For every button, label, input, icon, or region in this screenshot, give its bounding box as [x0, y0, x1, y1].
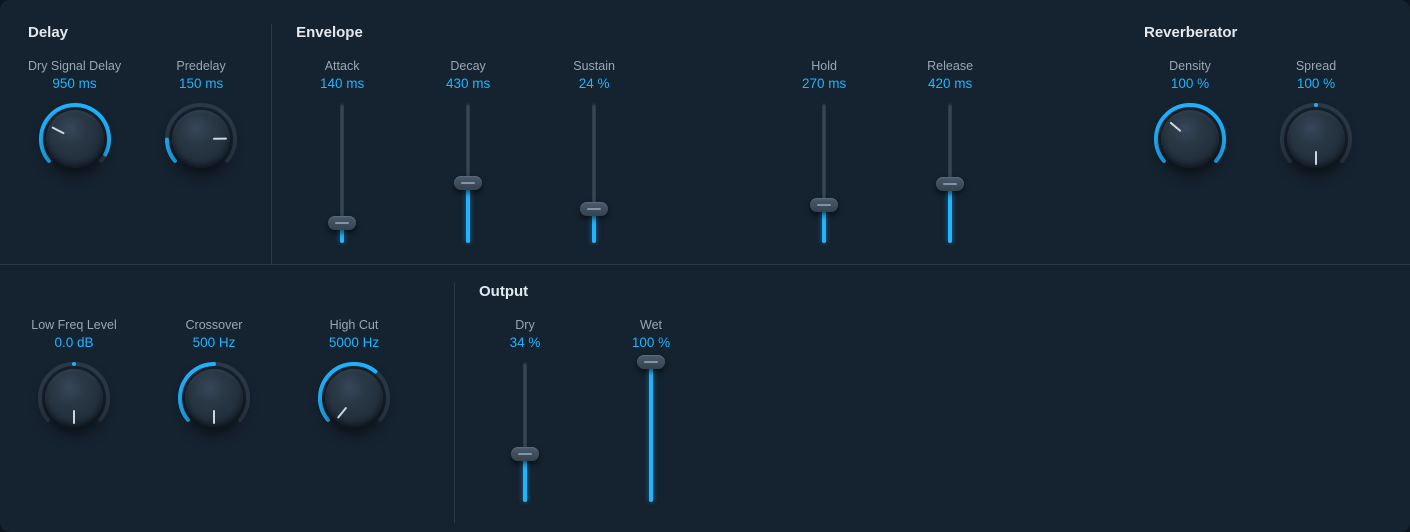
- control-high-cut: High Cut 5000 Hz: [308, 318, 400, 436]
- section-title-envelope: Envelope: [296, 24, 996, 41]
- value-high-cut: 5000 Hz: [329, 335, 379, 350]
- value-wet: 100 %: [632, 335, 670, 350]
- value-sustain: 24 %: [579, 76, 610, 91]
- section-delay: Delay Dry Signal Delay 950 ms Predelay 1…: [28, 24, 267, 264]
- control-low-freq-level: Low Freq Level 0.0 dB: [28, 318, 120, 436]
- value-density: 100 %: [1171, 76, 1209, 91]
- control-density: Density 100 %: [1144, 59, 1236, 177]
- control-hold: Hold 270 ms: [778, 59, 870, 243]
- control-attack: Attack 140 ms: [296, 59, 388, 243]
- control-decay: Decay 430 ms: [422, 59, 514, 243]
- slider-wet[interactable]: [636, 362, 666, 502]
- label-predelay: Predelay: [176, 59, 225, 73]
- label-hold: Hold: [811, 59, 837, 73]
- value-predelay: 150 ms: [179, 76, 223, 91]
- section-output: Output Dry 34 % Wet 100 %: [479, 283, 717, 523]
- label-decay: Decay: [450, 59, 485, 73]
- control-wet: Wet 100 %: [605, 318, 697, 502]
- label-density: Density: [1169, 59, 1211, 73]
- knob-dry-signal-delay[interactable]: [37, 101, 113, 177]
- section-reverberator: Reverberator Density 100 % Spread 100 %: [1144, 24, 1382, 264]
- label-attack: Attack: [325, 59, 360, 73]
- value-decay: 430 ms: [446, 76, 490, 91]
- label-sustain: Sustain: [573, 59, 615, 73]
- value-hold: 270 ms: [802, 76, 846, 91]
- label-release: Release: [927, 59, 973, 73]
- divider-vertical: [454, 283, 455, 523]
- slider-hold[interactable]: [809, 103, 839, 243]
- label-high-cut: High Cut: [330, 318, 379, 332]
- knob-spread[interactable]: [1278, 101, 1354, 177]
- value-low-freq-level: 0.0 dB: [54, 335, 93, 350]
- label-wet: Wet: [640, 318, 662, 332]
- control-predelay: Predelay 150 ms: [155, 59, 247, 177]
- control-release: Release 420 ms: [904, 59, 996, 243]
- label-dry: Dry: [515, 318, 534, 332]
- knob-density[interactable]: [1152, 101, 1228, 177]
- section-eq: . Low Freq Level 0.0 dB Crossover 500 Hz…: [28, 283, 420, 523]
- slider-dry[interactable]: [510, 362, 540, 502]
- knob-predelay[interactable]: [163, 101, 239, 177]
- value-release: 420 ms: [928, 76, 972, 91]
- knob-low-freq-level[interactable]: [36, 360, 112, 436]
- section-title-reverberator: Reverberator: [1144, 24, 1362, 41]
- bottom-row: . Low Freq Level 0.0 dB Crossover 500 Hz…: [28, 265, 1382, 523]
- knob-high-cut[interactable]: [316, 360, 392, 436]
- slider-decay[interactable]: [453, 103, 483, 243]
- slider-sustain[interactable]: [579, 103, 609, 243]
- value-crossover: 500 Hz: [193, 335, 236, 350]
- control-spread: Spread 100 %: [1270, 59, 1362, 177]
- label-low-freq-level: Low Freq Level: [31, 318, 116, 332]
- divider-vertical: [271, 24, 272, 264]
- control-dry: Dry 34 %: [479, 318, 571, 502]
- control-sustain: Sustain 24 %: [548, 59, 640, 243]
- plugin-panel: Delay Dry Signal Delay 950 ms Predelay 1…: [0, 0, 1410, 532]
- top-row: Delay Dry Signal Delay 950 ms Predelay 1…: [28, 24, 1382, 264]
- section-envelope: Envelope Attack 140 ms Decay 430 ms Sust…: [296, 24, 1016, 264]
- control-dry-signal-delay: Dry Signal Delay 950 ms: [28, 59, 121, 177]
- knob-crossover[interactable]: [176, 360, 252, 436]
- value-dry: 34 %: [510, 335, 541, 350]
- slider-release[interactable]: [935, 103, 965, 243]
- label-spread: Spread: [1296, 59, 1336, 73]
- section-title-delay: Delay: [28, 24, 247, 41]
- label-dry-signal-delay: Dry Signal Delay: [28, 59, 121, 73]
- value-dry-signal-delay: 950 ms: [52, 76, 96, 91]
- control-crossover: Crossover 500 Hz: [168, 318, 260, 436]
- label-crossover: Crossover: [186, 318, 243, 332]
- value-spread: 100 %: [1297, 76, 1335, 91]
- slider-attack[interactable]: [327, 103, 357, 243]
- section-title-output: Output: [479, 283, 697, 300]
- value-attack: 140 ms: [320, 76, 364, 91]
